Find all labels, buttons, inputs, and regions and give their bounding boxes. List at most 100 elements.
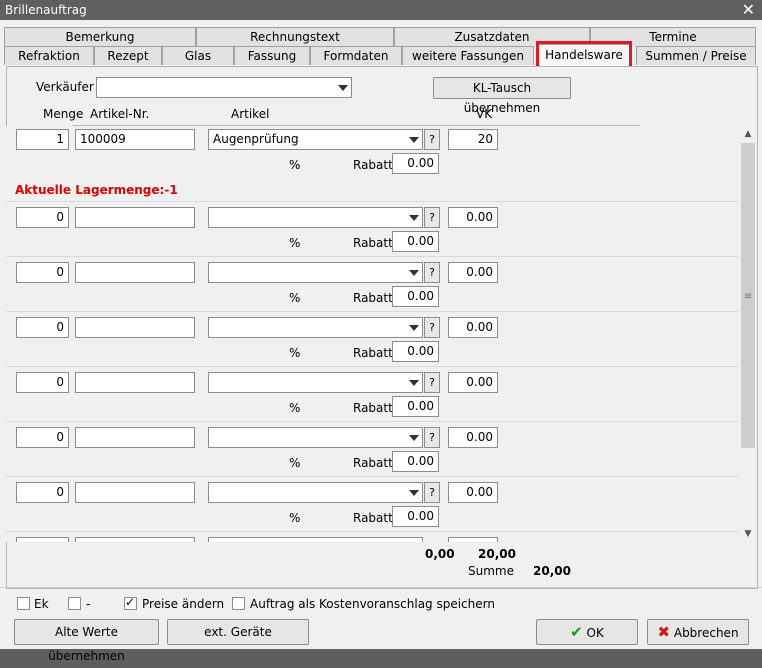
dash-checkbox[interactable] xyxy=(68,597,81,610)
help-button[interactable]: ? xyxy=(424,129,440,150)
abbrechen-button[interactable]: ✖ Abbrechen xyxy=(647,619,749,645)
rabatt-input[interactable]: 0.00 xyxy=(392,286,439,307)
artikelnr-input[interactable] xyxy=(75,537,195,542)
list-item: 1 100009 Augenprüfung ? 20 % Rabatt 0.00 xyxy=(6,126,739,181)
check-icon: ✔ xyxy=(570,623,583,641)
artikelnr-input[interactable] xyxy=(75,262,195,283)
list-item: 0 ? 0.00 % Rabatt 0.00 xyxy=(6,201,739,257)
menge-input[interactable]: 0 xyxy=(16,262,69,283)
scroll-down-icon[interactable]: ▼ xyxy=(740,526,756,542)
rabatt-label: Rabatt xyxy=(353,291,393,305)
total-left: 0,00 xyxy=(425,547,455,561)
artikel-select[interactable] xyxy=(208,482,423,503)
tab-summen-preise[interactable]: Summen / Preise xyxy=(636,46,756,65)
help-button[interactable]: ? xyxy=(424,482,440,503)
menge-input[interactable] xyxy=(16,537,69,542)
menge-input[interactable]: 0 xyxy=(16,427,69,448)
cancel-x-icon: ✖ xyxy=(657,623,671,641)
vk-input[interactable]: 0.00 xyxy=(448,262,498,283)
rabatt-input[interactable]: 0.00 xyxy=(392,451,439,472)
grip-icon: ≡ xyxy=(744,291,753,302)
rabatt-input[interactable]: 0.00 xyxy=(392,506,439,527)
artikelnr-input[interactable] xyxy=(75,207,195,228)
help-button[interactable]: ? xyxy=(424,262,440,283)
divider xyxy=(0,587,762,588)
preise-aendern-checkbox[interactable] xyxy=(124,595,137,610)
vk-input[interactable]: 0.00 xyxy=(448,482,498,503)
kl-tausch-button[interactable]: KL-Tausch übernehmen xyxy=(433,77,571,115)
artikel-select[interactable] xyxy=(208,262,423,283)
tab-bemerkung[interactable]: Bemerkung xyxy=(4,27,196,46)
tab-glas[interactable]: Glas xyxy=(162,46,234,65)
tab-formdaten[interactable]: Formdaten xyxy=(310,46,402,65)
rabatt-input[interactable]: 0.00 xyxy=(392,231,439,252)
artikel-select[interactable]: Augenprüfung xyxy=(208,129,423,150)
help-button[interactable]: ? xyxy=(424,317,440,338)
ek-checkbox[interactable] xyxy=(17,597,30,610)
artikelnr-input[interactable]: 100009 xyxy=(75,129,195,150)
verkaeufer-select[interactable] xyxy=(96,77,352,98)
vk-input[interactable]: 0.00 xyxy=(448,317,498,338)
artikel-value: Augenprüfung xyxy=(213,132,299,146)
artikelnr-input[interactable] xyxy=(75,427,195,448)
vk-input[interactable] xyxy=(448,537,498,542)
percent-label: % xyxy=(289,401,301,415)
help-button[interactable]: ? xyxy=(424,207,440,228)
chevron-down-icon xyxy=(338,85,348,91)
vk-input[interactable]: 20 xyxy=(448,129,498,150)
rabatt-label: Rabatt xyxy=(353,346,393,360)
tab-refraktion[interactable]: Refraktion xyxy=(4,46,94,65)
abbrechen-label: Abbrechen xyxy=(673,626,739,640)
rabatt-label: Rabatt xyxy=(353,158,393,172)
ok-button[interactable]: ✔ OK xyxy=(536,619,638,645)
tab-rechnungstext[interactable]: Rechnungstext xyxy=(196,27,394,46)
window-title: Brillenauftrag xyxy=(5,3,87,17)
tab-fassung[interactable]: Fassung xyxy=(234,46,310,65)
artikel-select[interactable] xyxy=(208,372,423,393)
artikel-select[interactable] xyxy=(208,207,423,228)
rabatt-input[interactable]: 0.00 xyxy=(392,153,439,174)
ok-label: OK xyxy=(586,626,604,640)
title-bar: Brillenauftrag ✕ xyxy=(0,0,762,20)
percent-label: % xyxy=(289,346,301,360)
help-button[interactable]: ? xyxy=(424,427,440,448)
artikel-select[interactable] xyxy=(208,537,423,542)
artikelnr-input[interactable] xyxy=(75,482,195,503)
percent-label: % xyxy=(289,291,301,305)
col-artikel-header: Artikel xyxy=(231,107,270,121)
ext-geraete-button[interactable]: ext. Geräte xyxy=(167,619,309,645)
vk-input[interactable]: 0.00 xyxy=(448,207,498,228)
artikelnr-input[interactable] xyxy=(75,372,195,393)
alte-werte-button[interactable]: Alte Werte übernehmen xyxy=(14,619,159,663)
percent-label: % xyxy=(289,236,301,250)
menge-input[interactable]: 0 xyxy=(16,482,69,503)
tab-weitere-fassungen[interactable]: weitere Fassungen xyxy=(402,46,534,65)
list-item: 0 ? 0.00 % Rabatt 0.00 xyxy=(6,256,739,312)
total-right: 20,00 xyxy=(478,547,516,561)
rabatt-input[interactable]: 0.00 xyxy=(392,396,439,417)
close-icon[interactable]: ✕ xyxy=(742,0,755,19)
menge-input[interactable]: 0 xyxy=(16,317,69,338)
help-button[interactable]: ? xyxy=(424,372,440,393)
artikelnr-input[interactable] xyxy=(75,317,195,338)
article-list[interactable]: 1 100009 Augenprüfung ? 20 % Rabatt 0.00… xyxy=(6,126,739,542)
list-item: 0 ? 0.00 % Rabatt 0.00 xyxy=(6,311,739,367)
rabatt-label: Rabatt xyxy=(353,456,393,470)
tab-rezept[interactable]: Rezept xyxy=(94,46,162,65)
menge-input[interactable]: 0 xyxy=(16,372,69,393)
summe-value: 20,00 xyxy=(533,564,571,578)
menge-input[interactable]: 0 xyxy=(16,207,69,228)
artikel-select[interactable] xyxy=(208,427,423,448)
kostenvoranschlag-label: Auftrag als Kostenvoranschlag speichern xyxy=(250,597,495,611)
vk-input[interactable]: 0.00 xyxy=(448,427,498,448)
list-item: 0 ? 0.00 % Rabatt 0.00 xyxy=(6,366,739,422)
menge-input[interactable]: 1 xyxy=(16,129,69,150)
artikel-select[interactable] xyxy=(208,317,423,338)
kostenvoranschlag-checkbox[interactable] xyxy=(232,597,245,610)
list-scrollbar[interactable]: ▲ ≡ ▼ xyxy=(740,126,756,542)
scroll-thumb[interactable]: ≡ xyxy=(741,143,755,448)
scroll-up-icon[interactable]: ▲ xyxy=(740,126,756,142)
rabatt-input[interactable]: 0.00 xyxy=(392,341,439,362)
vk-input[interactable]: 0.00 xyxy=(448,372,498,393)
list-item xyxy=(6,531,739,542)
